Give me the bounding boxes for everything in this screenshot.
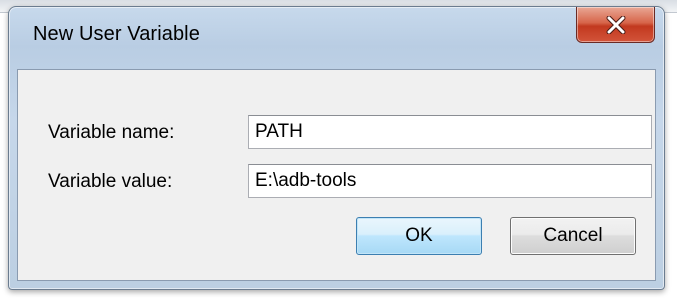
variable-name-input[interactable] — [248, 115, 652, 149]
close-icon — [606, 15, 625, 34]
close-button[interactable] — [576, 7, 655, 43]
ok-button[interactable]: OK — [356, 217, 482, 255]
title-bar[interactable]: New User Variable — [9, 7, 664, 57]
variable-name-label: Variable name: — [48, 122, 175, 143]
new-user-variable-dialog: New User Variable Variable name: Variabl… — [8, 6, 665, 290]
dialog-body: Variable name: Variable value: OK Cancel — [17, 69, 656, 281]
variable-value-label: Variable value: — [48, 171, 173, 192]
variable-value-input[interactable] — [248, 164, 652, 198]
window-title: New User Variable — [33, 23, 200, 45]
cancel-button[interactable]: Cancel — [510, 217, 636, 255]
